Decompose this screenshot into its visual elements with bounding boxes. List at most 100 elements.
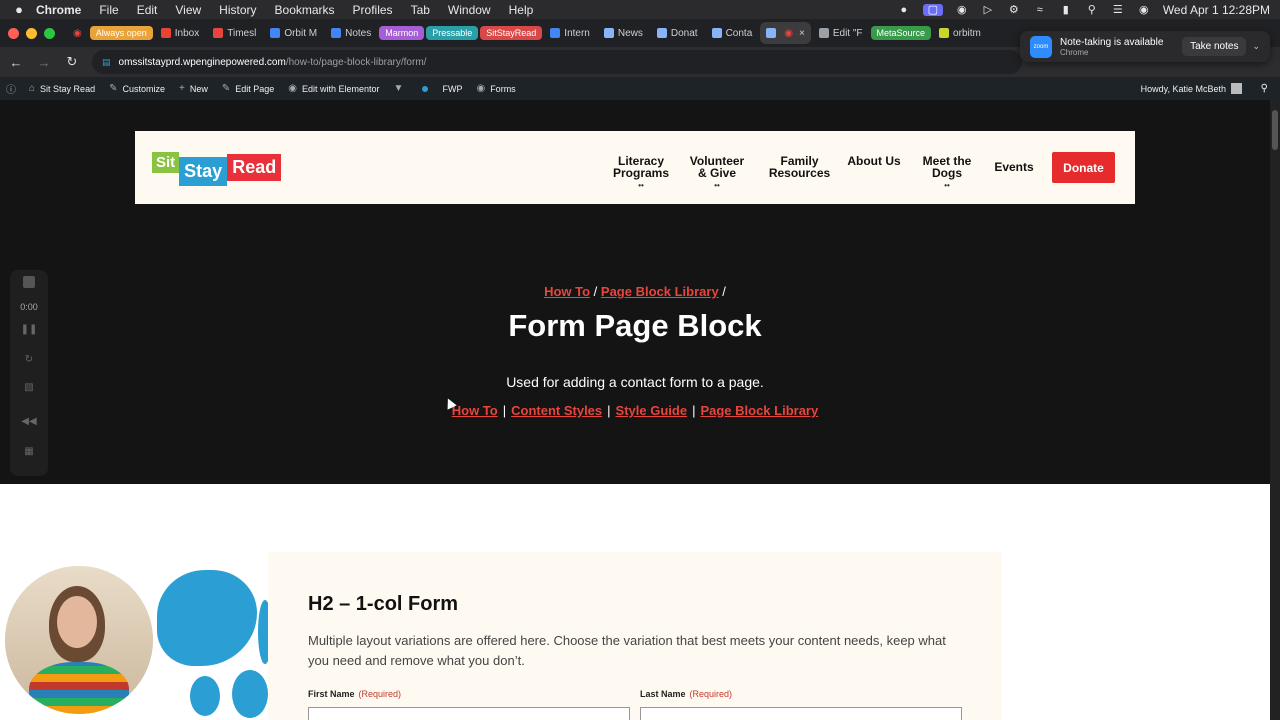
rewind-icon[interactable]: ◀◀: [10, 416, 48, 427]
browser-tab[interactable]: Intern: [544, 22, 596, 44]
menu-profiles[interactable]: Profiles: [353, 3, 393, 17]
forward-icon[interactable]: →: [32, 55, 56, 70]
browser-tab[interactable]: orbitm: [933, 22, 987, 44]
site-info-icon[interactable]: ▤: [102, 57, 111, 68]
tab-favicon-icon: [711, 28, 722, 38]
search-icon[interactable]: ⚲: [1085, 4, 1099, 16]
wp-edit-page[interactable]: ✎ Edit Page: [222, 83, 274, 94]
stop-icon[interactable]: [10, 276, 48, 291]
browser-tab[interactable]: Edit "F: [813, 22, 869, 44]
menu-window[interactable]: Window: [448, 3, 491, 17]
page-scrollbar[interactable]: [1270, 100, 1280, 720]
menu-view[interactable]: View: [175, 3, 201, 17]
wp-forms[interactable]: ◉ Forms: [476, 83, 515, 94]
link-how-to[interactable]: How To: [452, 403, 498, 418]
nav-label: Meet the Dogs: [922, 154, 972, 180]
first-name-input[interactable]: [308, 707, 630, 720]
webcam-face: [57, 596, 97, 648]
browser-tab[interactable]: Marmon: [379, 26, 425, 40]
chevron-down-icon[interactable]: ⌄: [1252, 41, 1260, 52]
wp-edit-elementor[interactable]: ◉ Edit with Elementor: [288, 83, 379, 94]
menubar-datetime[interactable]: Wed Apr 1 12:28PM: [1163, 3, 1270, 17]
close-window-button[interactable]: [8, 27, 19, 39]
browser-tab[interactable]: MetaSource: [870, 26, 932, 40]
play-icon[interactable]: ▷: [981, 4, 995, 16]
sub-nav-links: How To | Content Styles | Style Guide | Page B…: [451, 403, 819, 418]
scrollbar-thumb[interactable]: [1272, 110, 1278, 150]
tab-favicon-icon: [818, 28, 829, 38]
maximize-window-button[interactable]: [44, 27, 55, 39]
content-section: H2 – 1-col Form Multiple layout variatio…: [0, 484, 1270, 720]
wp-user-menu[interactable]: Howdy, Katie McBeth: [1141, 77, 1242, 100]
site-logo[interactable]: Sit Stay Read: [152, 151, 282, 186]
menu-help[interactable]: Help: [509, 3, 534, 17]
browser-tab[interactable]: Donat: [651, 22, 704, 44]
browser-tab[interactable]: Pressable: [426, 26, 479, 40]
last-name-input[interactable]: [640, 707, 962, 720]
back-icon[interactable]: ←: [4, 55, 28, 70]
wordpress-icon[interactable]: ⓘ: [6, 81, 21, 96]
nav-item-family-resources[interactable]: Family Resources: [762, 155, 837, 179]
nav-item-about-us[interactable]: About Us: [844, 155, 904, 167]
menu-file[interactable]: File: [99, 3, 118, 17]
wifi-icon[interactable]: ≈: [1033, 4, 1047, 16]
donate-button[interactable]: Donate: [1052, 152, 1115, 183]
menu-app-name[interactable]: Chrome: [36, 3, 81, 17]
menu-edit[interactable]: Edit: [137, 3, 158, 17]
browser-tab[interactable]: ◉ ×: [760, 22, 811, 44]
zoom-icon[interactable]: ▢: [922, 3, 943, 16]
browser-tab[interactable]: Timesl: [207, 22, 262, 44]
breadcrumb-how-to[interactable]: How To: [544, 284, 590, 299]
menu-history[interactable]: History: [219, 3, 256, 17]
menu-tab[interactable]: Tab: [411, 3, 430, 17]
control-center-icon[interactable]: ☰: [1111, 4, 1125, 16]
close-tab-icon[interactable]: ×: [799, 28, 805, 39]
webcam-sweater: [29, 662, 129, 714]
yoast-icon[interactable]: ▼: [394, 83, 409, 94]
forms-icon: ◉: [476, 83, 486, 94]
nav-item-meet-the-dogs[interactable]: Meet the Dogs ••: [917, 155, 977, 192]
link-content-styles[interactable]: Content Styles: [511, 403, 602, 418]
site-header: Sit Stay Read Literacy Programs •• Volunte…: [135, 131, 1135, 204]
menu-bookmarks[interactable]: Bookmarks: [275, 3, 335, 17]
camera-icon[interactable]: ◉: [955, 4, 969, 16]
wp-fwp[interactable]: FWP: [442, 84, 462, 94]
take-notes-button[interactable]: Take notes: [1182, 37, 1247, 56]
apple-icon[interactable]: ●: [12, 2, 26, 17]
browser-tab[interactable]: News: [598, 22, 649, 44]
wp-search-icon[interactable]: ⚲: [1261, 77, 1268, 100]
browser-tab[interactable]: Inbox: [155, 22, 205, 44]
browser-tab[interactable]: Conta: [706, 22, 759, 44]
browser-tab[interactable]: Notes: [325, 22, 377, 44]
link-page-block-library[interactable]: Page Block Library: [700, 403, 818, 418]
nav-label: About Us: [847, 154, 901, 168]
reload-icon[interactable]: ↻: [60, 54, 84, 70]
link-style-guide[interactable]: Style Guide: [616, 403, 688, 418]
siri-icon[interactable]: ◉: [1137, 4, 1151, 16]
address-bar[interactable]: ▤ omssitstayprd.wpenginepowered.com /how…: [92, 50, 1022, 74]
nav-item-literacy-programs[interactable]: Literacy Programs ••: [611, 155, 671, 192]
browser-tab[interactable]: Always open: [89, 26, 153, 40]
trash-icon[interactable]: ▧: [10, 382, 48, 393]
restart-icon[interactable]: ↻: [10, 354, 48, 365]
wp-customize[interactable]: ✎ Customize: [109, 83, 165, 94]
tab-favicon-icon: [213, 28, 224, 38]
settings-icon[interactable]: ⚙: [1007, 4, 1021, 16]
battery-icon[interactable]: ▮: [1059, 4, 1073, 16]
nav-item-events[interactable]: Events: [992, 161, 1036, 173]
browser-tab[interactable]: SitStayRead: [480, 26, 543, 40]
grid-icon[interactable]: ▦: [10, 446, 48, 457]
tab-label: Edit "F: [832, 27, 863, 39]
nav-item-volunteer-give[interactable]: Volunteer & Give ••: [687, 155, 747, 192]
wp-site-name[interactable]: ⌂ Sit Stay Read: [29, 83, 95, 94]
minimize-window-button[interactable]: [26, 27, 37, 39]
home-icon: ⌂: [29, 83, 36, 94]
breadcrumb-page-block-library[interactable]: Page Block Library: [601, 284, 719, 299]
pause-icon[interactable]: ❚❚: [10, 324, 48, 335]
address-domain: omssitstayprd.wpenginepowered.com: [118, 56, 286, 68]
wp-new[interactable]: + New: [179, 83, 208, 94]
microphone-icon[interactable]: ●: [897, 4, 911, 16]
browser-tab[interactable]: Orbit M: [264, 22, 323, 44]
tab-label: Marmon: [385, 28, 419, 38]
tab-label: orbitm: [953, 27, 981, 39]
